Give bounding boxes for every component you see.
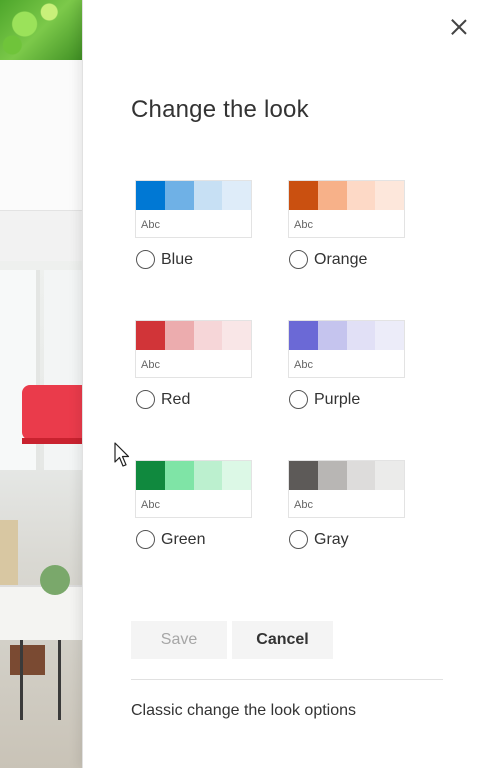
theme-color-bars <box>136 461 251 490</box>
color-bar <box>317 181 347 210</box>
theme-radio[interactable] <box>289 530 308 549</box>
theme-swatch[interactable]: Abc <box>288 180 405 238</box>
theme-option-green[interactable]: Abc Green <box>135 460 255 549</box>
theme-radio[interactable] <box>136 250 155 269</box>
theme-label: Purple <box>314 390 361 408</box>
photo-table <box>0 585 82 640</box>
color-bar <box>193 181 223 210</box>
panel-title: Change the look <box>131 96 309 123</box>
theme-radio[interactable] <box>136 390 155 409</box>
color-bar <box>317 321 347 350</box>
theme-swatch[interactable]: Abc <box>288 320 405 378</box>
color-bar <box>136 321 165 350</box>
theme-sample-text: Abc <box>141 219 160 231</box>
photo-plant <box>40 565 70 595</box>
theme-radio-row[interactable]: Red <box>135 390 255 409</box>
color-bar <box>375 181 404 210</box>
theme-sample-text: Abc <box>294 219 313 231</box>
theme-radio-row[interactable]: Gray <box>288 530 408 549</box>
site-banner-image <box>0 0 82 60</box>
color-bar <box>375 321 404 350</box>
cancel-button[interactable]: Cancel <box>232 621 333 659</box>
theme-label: Orange <box>314 250 368 268</box>
color-bar <box>317 461 347 490</box>
theme-radio[interactable] <box>289 390 308 409</box>
background-command-bar <box>0 211 82 261</box>
divider <box>131 679 443 680</box>
theme-swatch[interactable]: Abc <box>135 320 252 378</box>
photo-box <box>10 645 45 675</box>
theme-color-bars <box>136 181 251 210</box>
color-bar <box>375 461 404 490</box>
color-bar <box>164 461 194 490</box>
color-bar <box>289 181 318 210</box>
theme-color-bars <box>289 461 404 490</box>
theme-swatch[interactable]: Abc <box>288 460 405 518</box>
theme-color-bars <box>136 321 251 350</box>
close-icon[interactable] <box>449 17 469 37</box>
theme-option-gray[interactable]: Abc Gray <box>288 460 408 549</box>
color-bar <box>193 321 223 350</box>
theme-radio[interactable] <box>289 250 308 269</box>
color-bar <box>222 321 251 350</box>
color-bar <box>222 461 251 490</box>
theme-label: Gray <box>314 530 349 548</box>
mouse-pointer-icon <box>114 442 130 467</box>
theme-option-blue[interactable]: Abc Blue <box>135 180 255 269</box>
theme-radio-row[interactable]: Blue <box>135 250 255 269</box>
color-bar <box>164 181 194 210</box>
theme-sample-text: Abc <box>294 499 313 511</box>
theme-option-orange[interactable]: Abc Orange <box>288 180 408 269</box>
theme-color-bars <box>289 321 404 350</box>
theme-radio-row[interactable]: Green <box>135 530 255 549</box>
photo-red-lamp <box>22 385 82 444</box>
theme-sample-text: Abc <box>294 359 313 371</box>
color-bar <box>136 461 165 490</box>
theme-option-purple[interactable]: Abc Purple <box>288 320 408 409</box>
theme-sample-text: Abc <box>141 499 160 511</box>
change-the-look-panel: Change the look Abc Blue Abc Orange Abc … <box>82 0 491 768</box>
theme-radio-row[interactable]: Purple <box>288 390 408 409</box>
theme-swatch[interactable]: Abc <box>135 460 252 518</box>
background-page <box>0 0 82 768</box>
color-bar <box>289 461 318 490</box>
color-bar <box>346 181 376 210</box>
color-bar <box>193 461 223 490</box>
theme-radio-row[interactable]: Orange <box>288 250 408 269</box>
color-bar <box>289 321 318 350</box>
theme-radio[interactable] <box>136 530 155 549</box>
color-bar <box>346 461 376 490</box>
color-bar <box>164 321 194 350</box>
color-bar <box>136 181 165 210</box>
color-bar <box>222 181 251 210</box>
theme-sample-text: Abc <box>141 359 160 371</box>
photo-table-leg <box>58 640 61 720</box>
theme-color-bars <box>289 181 404 210</box>
theme-option-red[interactable]: Abc Red <box>135 320 255 409</box>
save-button[interactable]: Save <box>131 621 227 659</box>
theme-label: Green <box>161 530 206 548</box>
classic-options-link[interactable]: Classic change the look options <box>131 702 356 720</box>
theme-swatch[interactable]: Abc <box>135 180 252 238</box>
theme-label: Red <box>161 390 191 408</box>
theme-label: Blue <box>161 250 194 268</box>
photo-table-leg <box>20 640 23 720</box>
color-bar <box>346 321 376 350</box>
